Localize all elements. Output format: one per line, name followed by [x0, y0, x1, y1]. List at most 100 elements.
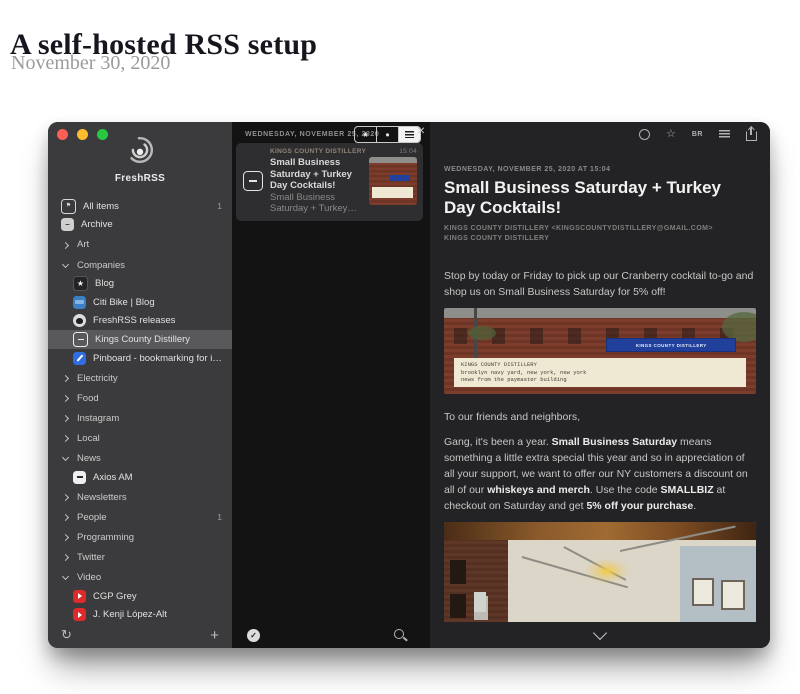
sidebar-nav: ⚑All items1–ArchiveArtCompanies★BlogCiti…	[48, 197, 232, 622]
sidebar-item-label: All items	[83, 201, 119, 212]
unread-count-badge: 1	[217, 512, 222, 522]
article-card-content: KINGS COUNTY DISTILLERY 15:04 Small Busi…	[270, 148, 417, 215]
sidebar-item-all-items[interactable]: ⚑All items1	[48, 197, 232, 216]
sidebar-item-axios-am[interactable]: Axios AM	[48, 468, 232, 487]
feed-favicon-icon	[243, 171, 263, 191]
sidebar-item-instagram[interactable]: Instagram	[48, 409, 232, 428]
sidebar-item-label: CGP Grey	[93, 591, 137, 602]
sidebar-item-programming[interactable]: Programming	[48, 528, 232, 547]
reader-paragraph-2: Gang, it's been a year. Small Business S…	[444, 434, 756, 514]
sidebar-item-freshrss-releases[interactable]: FreshRSS releases	[48, 312, 232, 331]
pinboard-icon	[73, 352, 86, 365]
chevron-right-icon[interactable]	[61, 553, 70, 562]
sidebar-item-news[interactable]: News	[48, 449, 232, 468]
add-subscription-button[interactable]: +	[210, 627, 219, 644]
sidebar-item-label: Twitter	[77, 552, 105, 563]
sidebar-item-archive[interactable]: –Archive	[48, 216, 232, 235]
view-filter-segmented-control: ★ ●	[354, 126, 421, 143]
sidebar-item-food[interactable]: Food	[48, 389, 232, 408]
sidebar-item-companies[interactable]: Companies	[48, 256, 232, 275]
sidebar-item-twitter[interactable]: Twitter	[48, 548, 232, 567]
sidebar-item-label: Companies	[77, 260, 125, 271]
ceiling-light-glow	[584, 558, 630, 584]
sidebar-item-blog[interactable]: ★Blog	[48, 274, 232, 293]
caption-line-2: brooklyn navy yard, new york, new york	[461, 369, 740, 377]
chevron-right-icon[interactable]	[61, 493, 70, 502]
app-name: FreshRSS	[48, 173, 232, 184]
favorite-icon[interactable]: ☆	[666, 129, 676, 140]
mark-read-icon[interactable]	[639, 129, 650, 140]
citibike-icon	[73, 296, 86, 309]
freshrss-logo-icon	[123, 133, 157, 167]
sidebar-item-label: Electricity	[77, 373, 118, 384]
filter-starred-button[interactable]: ★	[355, 127, 376, 142]
sidebar-footer: ↻ +	[48, 622, 232, 648]
sidebar-item-label: Art	[77, 239, 89, 250]
chevron-right-icon[interactable]	[61, 394, 70, 403]
article-list-item[interactable]: KINGS COUNTY DISTILLERY 15:04 Small Busi…	[236, 143, 423, 221]
sidebar-item-label: People	[77, 512, 107, 523]
chevron-right-icon[interactable]	[61, 434, 70, 443]
sidebar-item-j-kenji-l-pez-alt[interactable]: J. Kenji López-Alt	[48, 605, 232, 622]
share-icon[interactable]	[746, 131, 757, 141]
dot-icon: ●	[385, 130, 390, 139]
github-icon	[73, 314, 86, 327]
bionic-reading-icon[interactable]: BR	[692, 131, 703, 138]
distillery-sign: KINGS COUNTY DISTILLERY	[606, 338, 736, 352]
reader-meta: WEDNESDAY, NOVEMBER 25, 2020 AT 15:04	[444, 166, 756, 173]
chevron-down-icon[interactable]	[61, 573, 70, 582]
reader-title: Small Business Saturday + Turkey Day Coc…	[444, 178, 756, 218]
sidebar-item-citi-bike-blog[interactable]: Citi Bike | Blog	[48, 293, 232, 312]
chevron-right-icon[interactable]	[61, 374, 70, 383]
youtube-icon	[73, 590, 86, 603]
chevron-down-icon[interactable]	[61, 261, 70, 270]
page-date: November 30, 2020	[11, 52, 170, 75]
sidebar-item-art[interactable]: Art	[48, 236, 232, 255]
zoom-window-button[interactable]	[97, 129, 108, 140]
search-icon[interactable]	[394, 629, 404, 639]
brick-wall-left	[444, 540, 508, 622]
close-list-button[interactable]: ✕	[417, 126, 425, 137]
reader-content: WEDNESDAY, NOVEMBER 25, 2020 AT 15:04 Sm…	[444, 166, 756, 622]
filter-unread-button[interactable]: ●	[376, 127, 398, 142]
youtube-icon	[73, 608, 86, 621]
refresh-icon[interactable]: ↻	[61, 627, 72, 643]
sidebar-item-video[interactable]: Video	[48, 568, 232, 587]
distillery-building-image: KINGS COUNTY DISTILLERY KINGS COUNTY DIS…	[444, 308, 756, 394]
sidebar-item-label: Kings County Distillery	[95, 334, 190, 345]
star-icon: ★	[362, 130, 369, 139]
reader-sender-line1: KINGS COUNTY DISTILLERY <KINGSCOUNTYDIST…	[444, 224, 756, 234]
minimize-window-button[interactable]	[77, 129, 88, 140]
sidebar-item-kings-county-distillery[interactable]: Kings County Distillery	[48, 330, 232, 349]
close-window-button[interactable]	[57, 129, 68, 140]
sidebar-item-label: Programming	[77, 532, 134, 543]
framed-pictures-wall	[680, 546, 756, 622]
sidebar-item-cgp-grey[interactable]: CGP Grey	[48, 587, 232, 606]
sidebar-item-label: Instagram	[77, 413, 119, 424]
archive-icon: –	[61, 218, 74, 231]
chevron-right-icon[interactable]	[61, 533, 70, 542]
chevron-right-icon[interactable]	[61, 414, 70, 423]
sidebar-item-label: Citi Bike | Blog	[93, 297, 155, 308]
article-time: 15:04	[399, 148, 417, 155]
sidebar-item-label: Blog	[95, 278, 114, 289]
chevron-right-icon[interactable]	[61, 513, 70, 522]
reader-toolbar: ☆ BR	[639, 122, 757, 146]
sidebar-item-newsletters[interactable]: Newsletters	[48, 488, 232, 507]
article-snippet: Small Business Saturday + Turkey Day Coc…	[270, 192, 363, 215]
sidebar: FreshRSS ⚑All items1–ArchiveArtCompanies…	[48, 122, 232, 648]
sidebar-item-label: Food	[77, 393, 99, 404]
chevron-down-icon[interactable]	[593, 625, 607, 639]
sidebar-item-people[interactable]: People 1	[48, 508, 232, 527]
sidebar-item-label: Archive	[81, 219, 113, 230]
sidebar-item-label: Axios AM	[93, 472, 133, 483]
reader-view-icon[interactable]	[719, 130, 730, 138]
mark-all-read-button[interactable]: ✓	[247, 629, 260, 642]
chevron-down-icon[interactable]	[61, 454, 70, 463]
sidebar-item-local[interactable]: Local	[48, 429, 232, 448]
sidebar-item-label: Video	[77, 572, 101, 583]
sidebar-item-electricity[interactable]: Electricity	[48, 369, 232, 388]
sidebar-item-pinboard-bookmarking-for-introverts[interactable]: Pinboard - bookmarking for introverts	[48, 349, 232, 368]
chevron-right-icon[interactable]	[61, 240, 70, 249]
tasting-room-image	[444, 522, 756, 622]
